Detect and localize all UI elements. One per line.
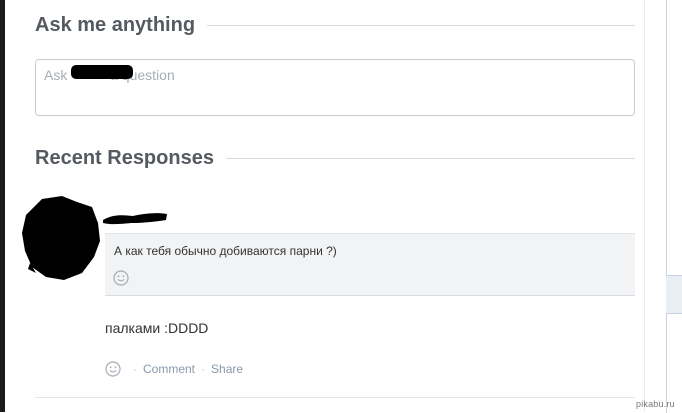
comment-link[interactable]: Comment [143,362,195,376]
ask-section-title: Ask me anything [35,14,196,36]
left-window-edge [0,0,5,412]
right-sidebar [666,0,682,413]
watermark: pikabu.ru [636,399,675,409]
action-separator: · [133,362,137,376]
response-actions: · Comment · Share [105,361,243,377]
sidebar-card [666,0,682,276]
answer-text: палками :DDDD [105,320,209,336]
responses-section-header: Recent Responses [35,147,635,170]
redaction-mark [71,65,133,79]
share-link[interactable]: Share [211,362,243,376]
ask-section-header: Ask me anything [35,14,635,37]
sidebar-card [666,313,682,413]
smiley-icon[interactable] [113,270,129,286]
username-redaction [103,213,167,225]
response-divider [35,397,635,398]
responses-section-title: Recent Responses [35,147,214,169]
right-gutter [644,0,667,412]
heading-divider [207,25,635,26]
heading-divider [225,158,635,159]
action-separator: · [201,362,206,376]
smiley-icon[interactable] [105,361,121,377]
avatar[interactable] [22,193,100,281]
question-text: А как тебя обычно добиваются парни ?) [114,244,337,258]
question-card: А как тебя обычно добиваются парни ?) [105,233,635,296]
